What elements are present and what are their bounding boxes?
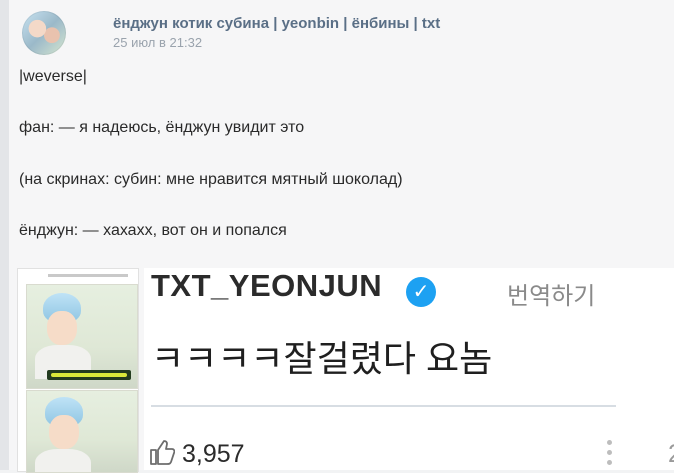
- thumbs-up-icon: [150, 440, 175, 465]
- author-name[interactable]: ёнджун котик субина | yeonbin | ёнбины |…: [113, 15, 440, 32]
- left-rail: [0, 0, 9, 470]
- photo-thumbnail: [26, 284, 138, 389]
- wall-post: ёнджун котик субина | yeonbin | ёнбины |…: [9, 0, 674, 473]
- verified-badge-icon: ✓: [406, 277, 436, 307]
- subtitle-bar: [47, 370, 131, 380]
- post-date[interactable]: 25 июл в 21:32: [113, 35, 202, 50]
- post-text-line: фан: — я надеюсь, ёнджун увидит это: [19, 119, 305, 136]
- author-avatar[interactable]: [22, 11, 66, 55]
- tweet-username: TXT_YEONJUN: [151, 268, 383, 303]
- post-text-line: ёнджун: — хахахх, вот он и попался: [19, 222, 287, 239]
- like-count: 3,957: [182, 440, 245, 468]
- post-text-line: |weverse|: [19, 68, 87, 85]
- cut-off-count: 2: [668, 440, 674, 469]
- tweet-divider: [151, 405, 616, 407]
- collage-caption-strip: [48, 274, 128, 277]
- tweet-text: ㅋㅋㅋㅋ잘걸렸다 요놈: [151, 338, 493, 379]
- post-text-line: (на скринах: субин: мне нравится мятный …: [19, 171, 403, 188]
- photo-thumbnail: [26, 390, 138, 473]
- attached-image-collage[interactable]: [17, 268, 139, 473]
- tweet-screenshot[interactable]: TXT_YEONJUN ✓ 번역하기 ㅋㅋㅋㅋ잘걸렸다 요놈 3,957 2: [144, 268, 674, 470]
- translate-link: 번역하기: [507, 283, 596, 310]
- more-vertical-icon: [607, 440, 613, 468]
